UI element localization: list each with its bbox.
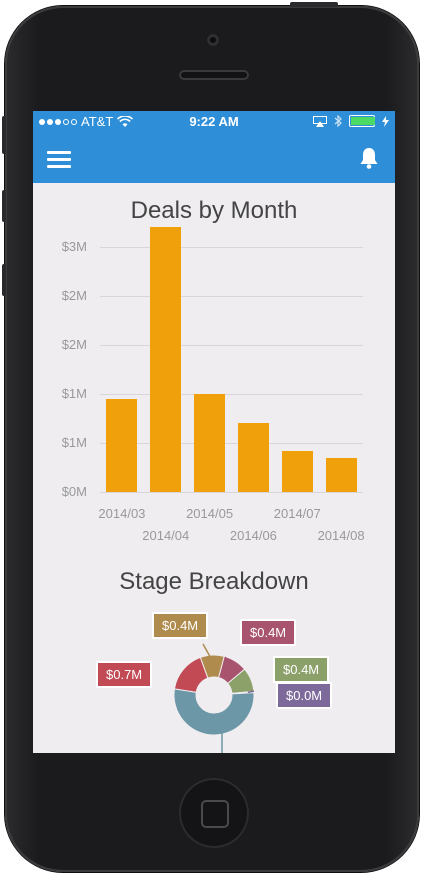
home-square-icon: [201, 800, 229, 828]
screen: AT&T 9:22 AM Deals by Month $0M $1M $1M …: [33, 111, 395, 753]
slice-label: $0.4M: [152, 612, 209, 639]
donut-svg: [173, 643, 255, 753]
home-button[interactable]: [179, 778, 249, 848]
power-button: [290, 2, 338, 7]
mute-switch: [2, 116, 6, 154]
slice-label: $0.0M: [276, 682, 333, 709]
slice-label: $0.4M: [240, 619, 297, 646]
speaker-grille: [179, 70, 249, 80]
volume-down-button: [2, 264, 6, 296]
volume-up-button: [2, 190, 6, 222]
slice-label: $0.4M: [273, 656, 330, 683]
camera-icon: [207, 34, 219, 46]
donut-slice[interactable]: [173, 688, 255, 736]
slice-label: $0.7M: [96, 661, 153, 688]
